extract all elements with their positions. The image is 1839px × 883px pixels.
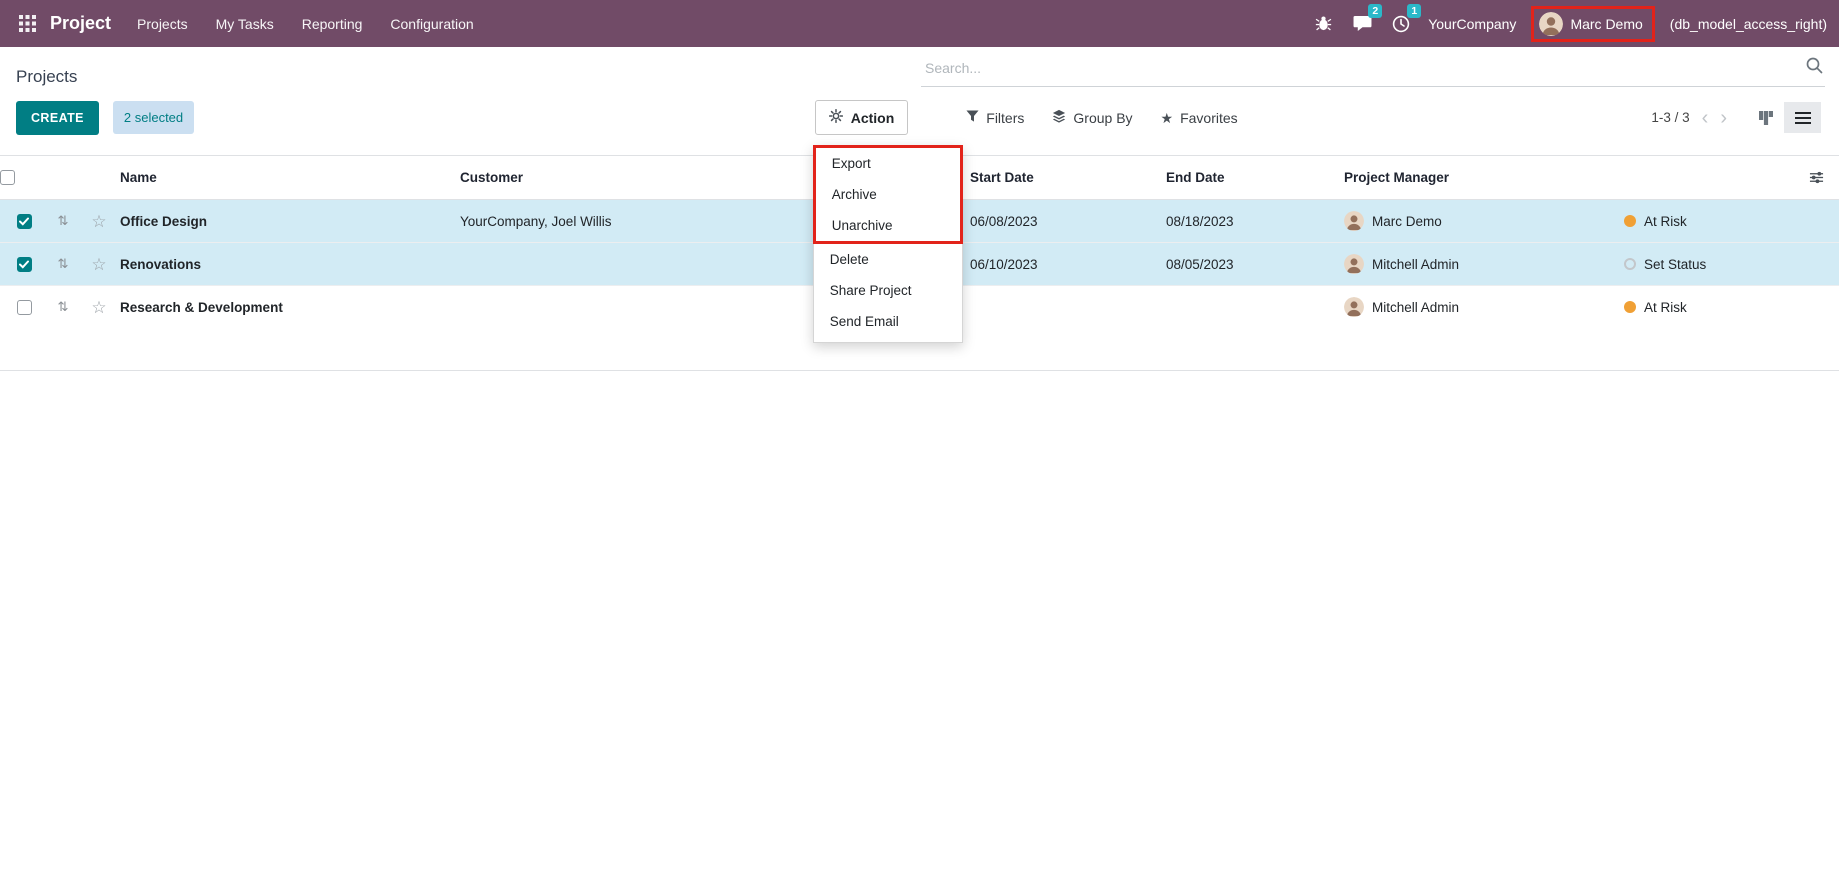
user-avatar	[1539, 12, 1563, 36]
topbar: Project Projects My Tasks Reporting Conf…	[0, 0, 1839, 47]
search-bar[interactable]	[921, 56, 1825, 87]
manager-avatar	[1344, 254, 1364, 274]
view-switcher	[1747, 102, 1821, 133]
menu-projects[interactable]: Projects	[123, 0, 202, 47]
search-facets: Filters Group By ★ Favorites	[966, 109, 1237, 126]
favorites-star-icon: ★	[1161, 111, 1174, 125]
optional-columns-icon[interactable]	[1794, 170, 1839, 185]
database-label: (db_model_access_right)	[1670, 16, 1827, 32]
select-all-checkbox[interactable]	[0, 170, 15, 185]
menu-item-send-email[interactable]: Send Email	[814, 306, 962, 337]
cell-project-manager: Marc Demo	[1372, 214, 1442, 229]
column-header-start-date[interactable]: Start Date	[970, 156, 1166, 200]
cell-start-date: 06/08/2023	[970, 200, 1166, 243]
drag-handle-icon[interactable]: ⇅	[58, 256, 69, 271]
menu-item-archive[interactable]: Archive	[816, 179, 960, 210]
favorites-button[interactable]: ★ Favorites	[1161, 110, 1238, 126]
row-checkbox[interactable]	[17, 300, 32, 315]
column-header-name[interactable]: Name	[120, 156, 460, 200]
favorite-star-icon[interactable]: ☆	[91, 298, 106, 317]
apps-grid-icon[interactable]	[10, 7, 44, 41]
create-button[interactable]: CREATE	[16, 101, 99, 135]
group-by-label: Group By	[1073, 110, 1132, 126]
pager-previous-icon[interactable]: ‹	[1702, 108, 1709, 128]
debug-bug-icon[interactable]	[1311, 11, 1335, 37]
main-menu: Projects My Tasks Reporting Configuratio…	[123, 0, 488, 47]
app-title[interactable]: Project	[50, 13, 111, 34]
favorite-star-icon[interactable]: ☆	[91, 255, 106, 274]
filters-label: Filters	[986, 110, 1024, 126]
menu-configuration[interactable]: Configuration	[376, 0, 487, 47]
status-dot-at-risk[interactable]	[1624, 301, 1636, 313]
company-switcher[interactable]: YourCompany	[1428, 16, 1516, 32]
menu-reporting[interactable]: Reporting	[288, 0, 377, 47]
highlight-box-menu: Export Archive Unarchive	[813, 145, 963, 244]
status-label: Set Status	[1644, 257, 1706, 272]
filters-button[interactable]: Filters	[966, 110, 1024, 126]
cell-start-date	[970, 286, 1166, 329]
action-menu-wrapper: Action Export Archive Unarchive Delete S…	[815, 100, 909, 135]
menu-item-unarchive[interactable]: Unarchive	[816, 210, 960, 241]
layers-icon	[1052, 109, 1066, 126]
column-header-end-date[interactable]: End Date	[1166, 156, 1344, 200]
favorite-star-icon[interactable]: ☆	[91, 212, 106, 231]
row-checkbox[interactable]	[17, 214, 32, 229]
menu-item-export[interactable]: Export	[816, 148, 960, 179]
status-label: At Risk	[1644, 300, 1687, 315]
status-label: At Risk	[1644, 214, 1687, 229]
drag-handle-icon[interactable]: ⇅	[58, 213, 69, 228]
search-icon[interactable]	[1805, 56, 1823, 79]
menu-item-delete[interactable]: Delete	[814, 244, 962, 275]
control-panel: CREATE 2 selected Action Export Archive …	[0, 87, 1839, 155]
status-selector[interactable]: Set Status	[1624, 257, 1794, 272]
favorites-label: Favorites	[1180, 110, 1238, 126]
status-dot-empty[interactable]	[1624, 258, 1636, 270]
action-button-label: Action	[851, 110, 895, 126]
group-by-button[interactable]: Group By	[1052, 109, 1132, 126]
cell-end-date	[1166, 286, 1344, 329]
cell-project-name[interactable]: Office Design	[120, 200, 460, 243]
topbar-right: 2 1 YourCompany Marc Demo (db_model_acce…	[1311, 6, 1827, 42]
manager-avatar	[1344, 297, 1364, 317]
filter-funnel-icon	[966, 110, 979, 126]
pager-range: 1-3 / 3	[1651, 110, 1689, 125]
menu-item-share-project[interactable]: Share Project	[814, 275, 962, 306]
drag-handle-icon[interactable]: ⇅	[58, 299, 69, 314]
subheader: Projects	[0, 47, 1839, 87]
cell-project-name[interactable]: Renovations	[120, 243, 460, 286]
activities-count-badge: 1	[1407, 4, 1421, 19]
manager-avatar	[1344, 211, 1364, 231]
kanban-view-button[interactable]	[1747, 102, 1784, 133]
page-title: Projects	[16, 67, 77, 87]
cell-start-date: 06/10/2023	[970, 243, 1166, 286]
cell-project-manager: Mitchell Admin	[1372, 300, 1459, 315]
cell-project-manager: Mitchell Admin	[1372, 257, 1459, 272]
pager-next-icon[interactable]: ›	[1720, 108, 1727, 128]
selected-count-badge: 2 selected	[113, 101, 194, 134]
cell-project-name[interactable]: Research & Development	[120, 286, 460, 329]
user-name: Marc Demo	[1570, 16, 1642, 32]
search-input[interactable]	[925, 60, 1805, 76]
messages-count-badge: 2	[1368, 4, 1382, 19]
cell-end-date: 08/05/2023	[1166, 243, 1344, 286]
status-selector[interactable]: At Risk	[1624, 300, 1794, 315]
list-view-button[interactable]	[1784, 102, 1821, 133]
action-dropdown: Export Archive Unarchive Delete Share Pr…	[813, 145, 963, 343]
column-header-project-manager[interactable]: Project Manager	[1344, 156, 1624, 200]
menu-my-tasks[interactable]: My Tasks	[202, 0, 288, 47]
gear-icon	[829, 109, 843, 126]
status-dot-at-risk[interactable]	[1624, 215, 1636, 227]
cell-end-date: 08/18/2023	[1166, 200, 1344, 243]
user-menu[interactable]: Marc Demo	[1531, 6, 1654, 42]
messages-icon[interactable]: 2	[1350, 11, 1374, 37]
action-button[interactable]: Action	[815, 100, 909, 135]
row-checkbox[interactable]	[17, 257, 32, 272]
activities-clock-icon[interactable]: 1	[1389, 11, 1413, 37]
status-selector[interactable]: At Risk	[1624, 214, 1794, 229]
pager: 1-3 / 3 ‹ ›	[1651, 108, 1727, 128]
